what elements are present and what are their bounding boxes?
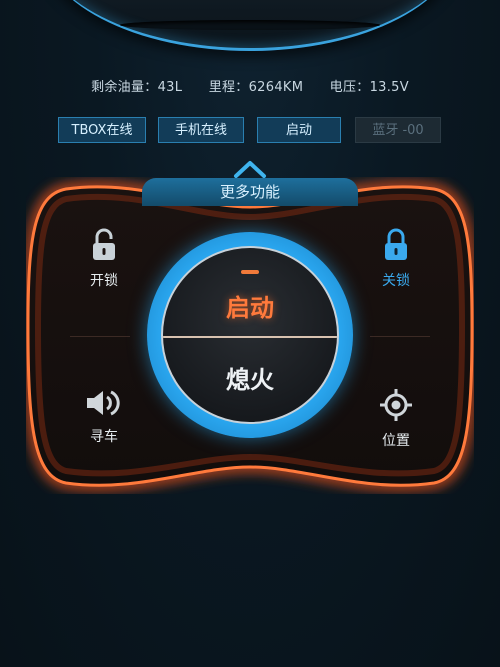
- find-car-button[interactable]: 寻车: [69, 388, 139, 446]
- voltage: 电压：13.5V: [329, 80, 409, 95]
- car-roof-graphic: [40, 0, 460, 51]
- start-engine-button[interactable]: 启动: [163, 288, 337, 323]
- knob-face: 启动 熄火: [161, 246, 339, 424]
- knob-indicator: [241, 270, 259, 274]
- lock-label: 关锁: [382, 273, 410, 289]
- location-label: 位置: [382, 433, 410, 449]
- knob-divider: [163, 336, 337, 338]
- unlocked-padlock-icon: [89, 228, 119, 266]
- left-divider: [70, 336, 130, 337]
- right-divider: [370, 336, 430, 337]
- find-car-label: 寻车: [90, 429, 118, 445]
- lock-button[interactable]: 关锁: [361, 228, 431, 290]
- phone-online-badge: 手机在线: [158, 117, 244, 143]
- vehicle-status-row: 剩余油量：43L 里程：6264KM 电压：13.5V: [0, 76, 500, 95]
- unlock-button[interactable]: 开锁: [69, 228, 139, 290]
- fuel-remaining: 剩余油量：43L: [91, 80, 183, 95]
- bluetooth-badge: 蓝牙 -00: [355, 117, 441, 143]
- stop-engine-button[interactable]: 熄火: [163, 360, 337, 395]
- unlock-label: 开锁: [90, 273, 118, 289]
- speaker-icon: [85, 390, 123, 422]
- locked-padlock-icon: [381, 228, 411, 266]
- crosshair-icon: [379, 389, 413, 426]
- mileage: 里程：6264KM: [208, 80, 304, 95]
- more-functions-button[interactable]: 更多功能: [142, 178, 358, 206]
- engine-started-badge: 启动: [257, 117, 341, 143]
- engine-control-knob: 启动 熄火: [147, 232, 353, 438]
- tbox-online-badge: TBOX在线: [58, 117, 146, 143]
- location-button[interactable]: 位置: [361, 388, 431, 450]
